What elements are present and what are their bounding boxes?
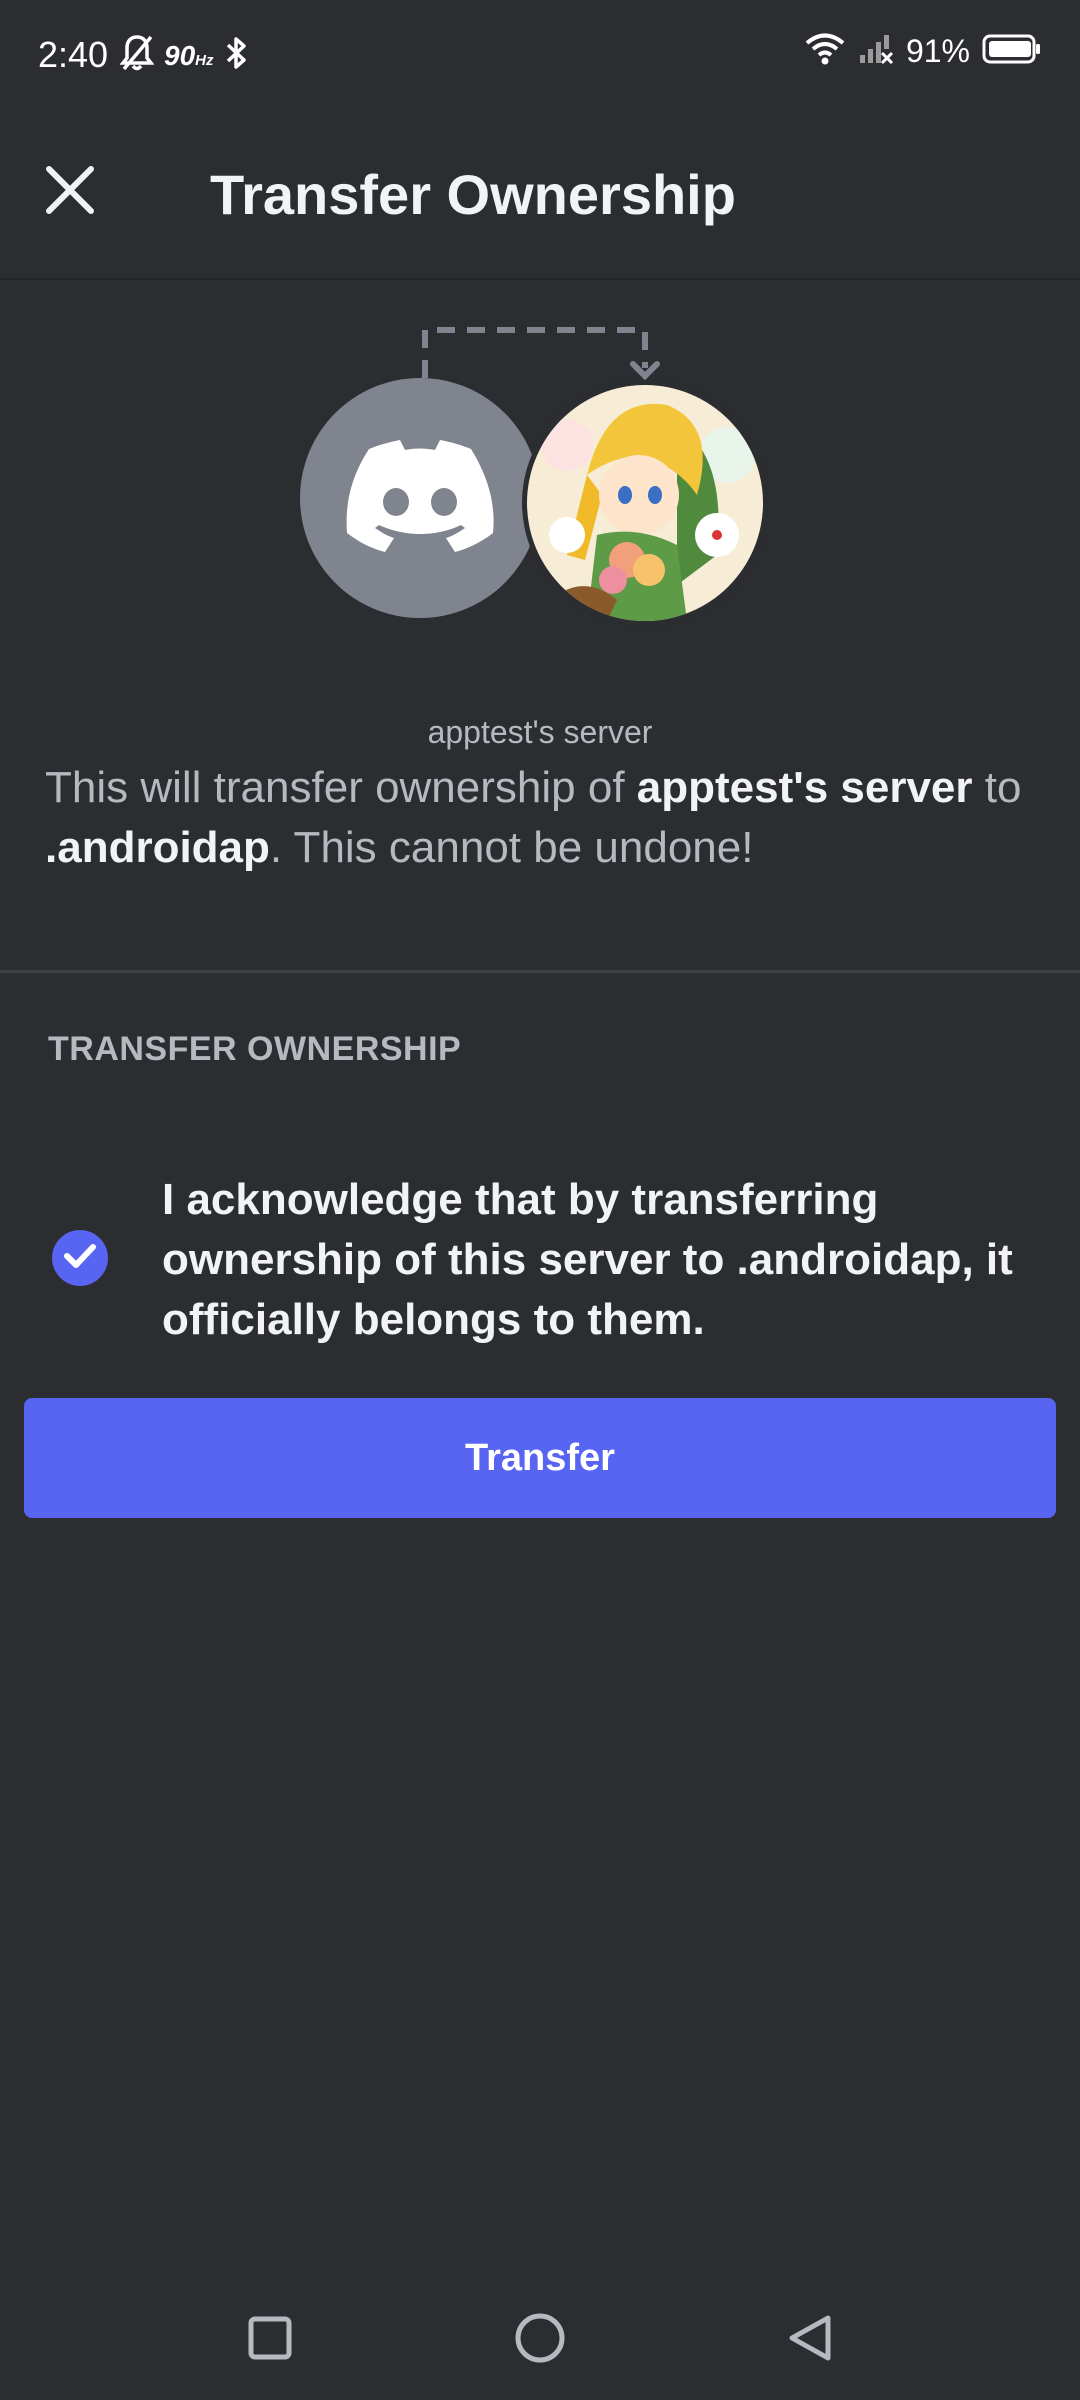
acknowledge-checkbox[interactable] — [52, 1230, 108, 1286]
refresh-rate: 90Hz — [164, 39, 214, 71]
server-name: apptest's server — [427, 714, 653, 750]
status-icons-right: 91% — [804, 32, 1042, 71]
new-owner-avatar — [522, 380, 768, 626]
recents-square-icon — [247, 2315, 293, 2366]
home-circle-icon — [513, 2311, 567, 2370]
description-server-name: apptest's server — [636, 763, 973, 812]
back-button[interactable] — [778, 2308, 842, 2372]
page-title: Transfer Ownership — [210, 163, 736, 226]
app-bar: Transfer Ownership — [0, 110, 1080, 280]
back-triangle-icon — [784, 2312, 836, 2369]
transfer-description: This will transfer ownership of apptest'… — [45, 763, 1022, 872]
mute-bell-icon — [119, 34, 155, 77]
system-nav-bar — [0, 2280, 1080, 2400]
transfer-button[interactable]: Transfer — [24, 1398, 1056, 1518]
close-button[interactable] — [38, 160, 102, 224]
bluetooth-icon — [224, 35, 250, 76]
acknowledge-text: I acknowledge that by transferring owner… — [162, 1175, 1013, 1344]
transfer-visual — [0, 300, 1080, 640]
server-icon — [300, 378, 540, 618]
signal-icon — [858, 33, 894, 70]
home-button[interactable] — [508, 2308, 572, 2372]
close-icon — [44, 164, 96, 221]
status-time: 2:40 — [38, 34, 109, 75]
battery-percent: 91% — [905, 33, 970, 69]
status-bar: 2:40 90Hz 91% — [0, 0, 1080, 110]
section-header: TRANSFER OWNERSHIP — [48, 1030, 462, 1068]
battery-icon — [982, 33, 1042, 70]
divider — [0, 970, 1080, 973]
checkmark-icon — [63, 1242, 97, 1275]
wifi-icon — [804, 32, 846, 71]
status-icons-left: 90Hz — [119, 34, 250, 77]
discord-logo-icon — [346, 439, 494, 557]
description-username: .androidap — [45, 823, 270, 872]
acknowledge-row[interactable]: I acknowledge that by transferring owner… — [0, 1170, 1080, 1350]
recents-button[interactable] — [238, 2308, 302, 2372]
